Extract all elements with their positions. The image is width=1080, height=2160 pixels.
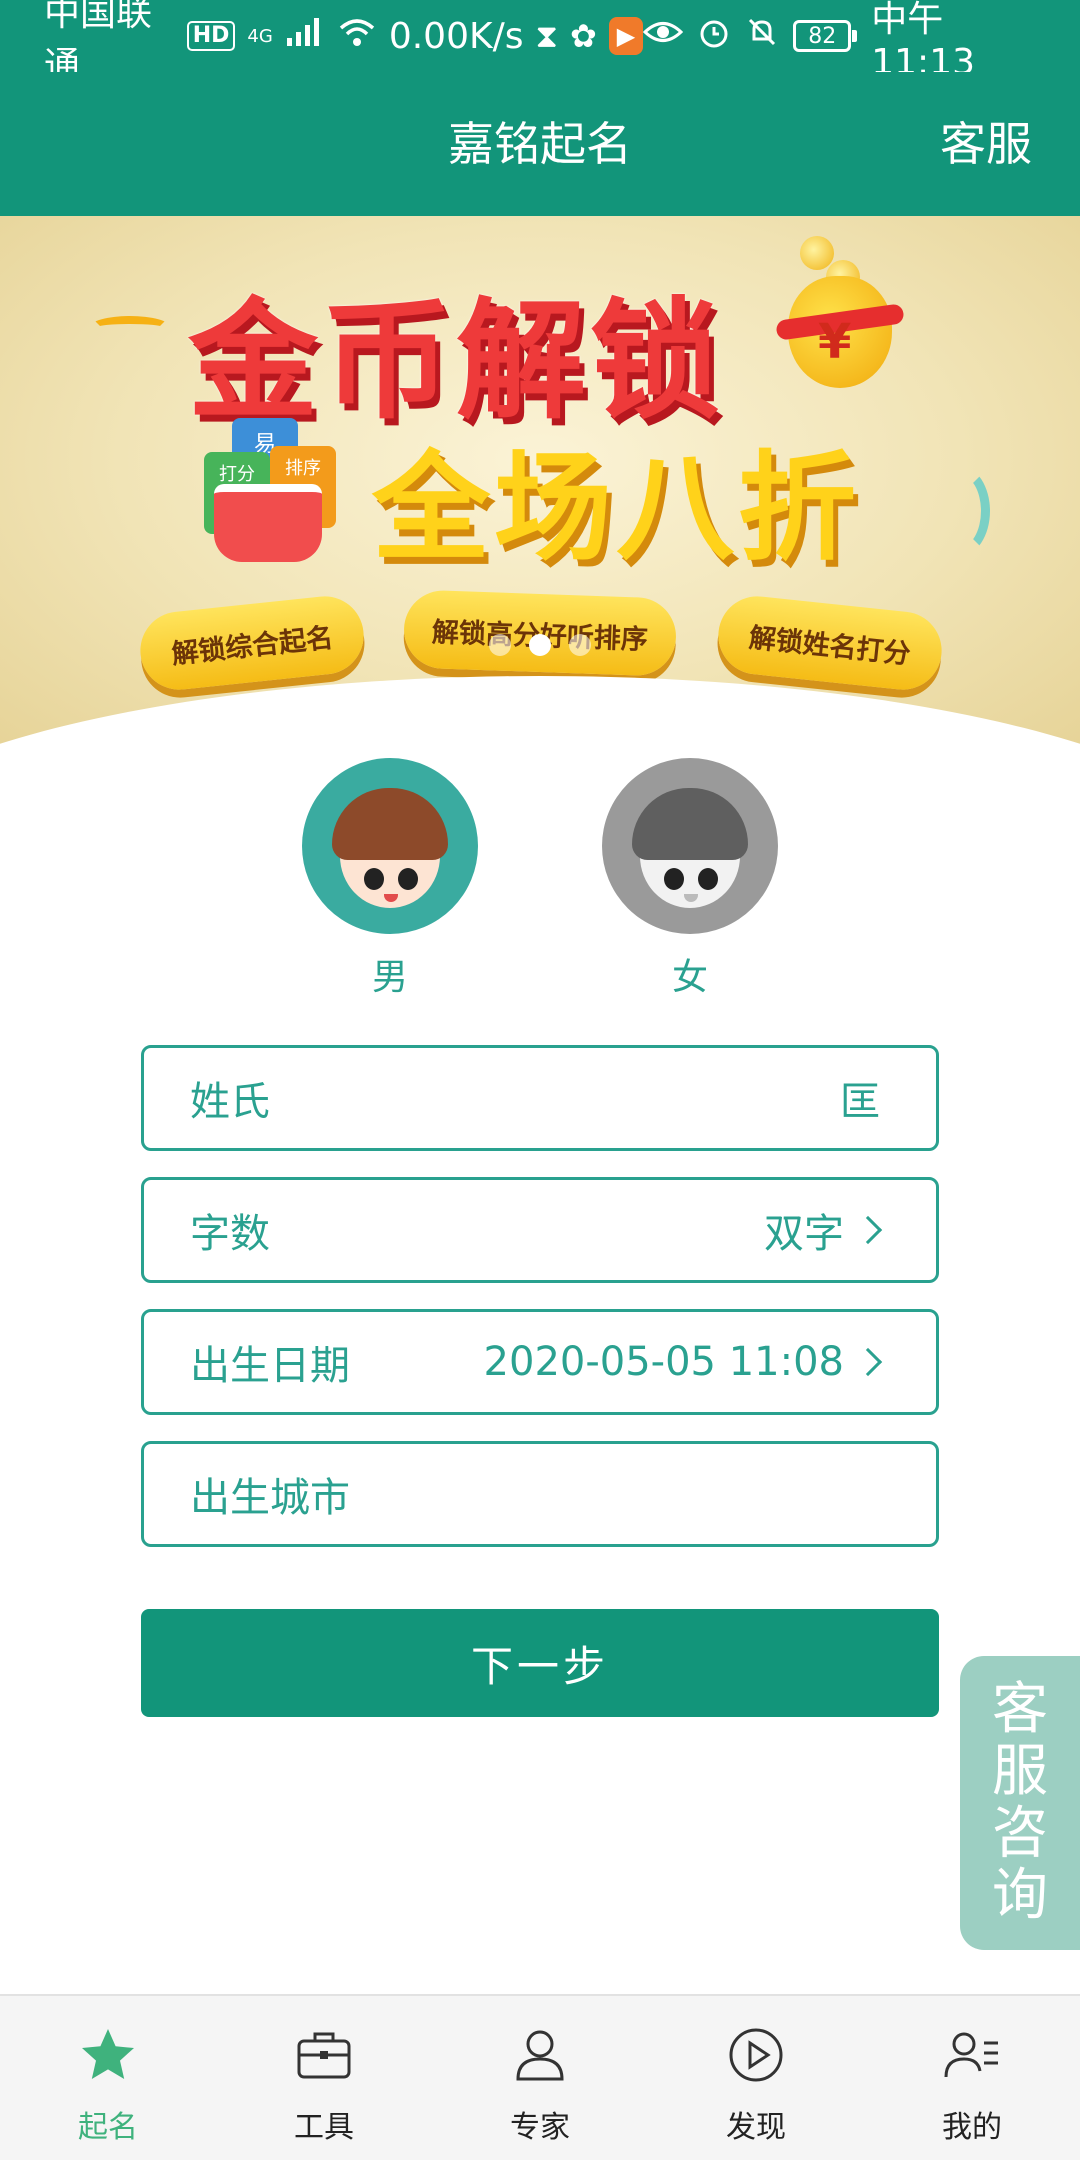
gender-option-male[interactable]: 男 [302, 758, 478, 1000]
surname-label: 姓氏 [190, 1079, 270, 1125]
birth-date-label: 出生日期 [190, 1343, 350, 1389]
bottom-tab-bar: 起名 工具 专家 发现 我的 [0, 1994, 1080, 2160]
hd-badge: HD [186, 21, 236, 51]
tab-me[interactable]: 我的 [864, 1996, 1080, 2160]
mute-bell-icon [745, 15, 779, 57]
carousel-indicator [0, 634, 1080, 656]
tab-label: 专家 [510, 2110, 570, 2145]
carousel-dot [569, 634, 591, 656]
tab-experts[interactable]: 专家 [432, 1996, 648, 2160]
banner-curve [0, 676, 1080, 756]
app-header: 嘉铭起名 客服 [0, 72, 1080, 216]
next-step-button[interactable]: 下一步 [141, 1609, 939, 1717]
chevron-right-icon [853, 1215, 883, 1245]
briefcase-icon [289, 2020, 359, 2090]
banner-subheadline: 全场八折 [372, 439, 861, 577]
tab-tools[interactable]: 工具 [216, 1996, 432, 2160]
tab-discover[interactable]: 发现 [648, 1996, 864, 2160]
birth-date-field[interactable]: 出生日期 2020-05-05 11:08 [141, 1309, 939, 1415]
boy-avatar[interactable] [302, 758, 478, 934]
floating-consult-button[interactable]: 客 服 咨 询 [960, 1656, 1080, 1950]
banner-pill: 解锁高分好听排序 [402, 589, 678, 677]
network-speed: 0.00K/s [388, 15, 524, 57]
name-length-value-wrap: 双字 [764, 1201, 883, 1259]
chevron-right-icon [853, 1347, 883, 1377]
yuan-symbol: ¥ [818, 314, 852, 370]
hourglass-icon: ⧗ [535, 16, 558, 55]
status-bar: 中国联通 HD 4G 0.00K/s ⧗ ✿ ▶ 82 中午11:13 [0, 0, 1080, 86]
surname-value-wrap: 匡 [840, 1069, 880, 1127]
clock: 中午11:13 [871, 0, 975, 83]
status-right: 82 中午11:13 [643, 0, 1036, 83]
alarm-icon [697, 15, 731, 57]
tab-label: 发现 [726, 2110, 786, 2145]
gender-option-female[interactable]: 女 [602, 758, 778, 1000]
ribbon-decoration [90, 316, 170, 338]
consult-char: 询 [992, 1863, 1048, 1928]
tab-label: 起名 [78, 2110, 138, 2145]
page-title: 嘉铭起名 [448, 117, 632, 171]
wifi-icon [337, 16, 377, 56]
tab-label: 我的 [942, 2110, 1002, 2145]
profile-list-icon [937, 2020, 1007, 2090]
name-length-label: 字数 [190, 1211, 270, 1257]
play-circle-icon [721, 2020, 791, 2090]
customer-service-button[interactable]: 客服 [940, 72, 1032, 216]
network-type: 4G [247, 25, 273, 47]
eye-icon [643, 17, 684, 55]
battery-icon: 82 [793, 20, 858, 52]
signal-icon [285, 16, 325, 56]
app-notification-icon: ✿ [569, 17, 597, 55]
birth-date-value: 2020-05-05 11:08 [483, 1339, 844, 1385]
coin-icon [800, 236, 834, 270]
carousel-dot [489, 634, 511, 656]
ribbon-decoration [930, 466, 990, 556]
surname-field[interactable]: 姓氏 匡 [141, 1045, 939, 1151]
consult-char: 服 [992, 1739, 1048, 1804]
surname-value: 匡 [840, 1079, 880, 1125]
video-app-icon: ▶ [608, 17, 644, 55]
name-length-field[interactable]: 字数 双字 [141, 1177, 939, 1283]
gender-label-female: 女 [671, 957, 708, 998]
basket-icon [214, 484, 322, 562]
birth-city-field[interactable]: 出生城市 [141, 1441, 939, 1547]
promo-banner[interactable]: 金币解锁 全场八折 ¥ 易 打分 排序 解锁综合起名 解锁高分好听排序 解锁姓名… [0, 216, 1080, 756]
tab-naming[interactable]: 起名 [0, 1996, 216, 2160]
consult-char: 咨 [992, 1801, 1048, 1866]
carousel-dot-active [529, 634, 551, 656]
birth-date-value-wrap: 2020-05-05 11:08 [483, 1339, 883, 1385]
girl-avatar[interactable] [602, 758, 778, 934]
person-icon [505, 2020, 575, 2090]
tab-label: 工具 [294, 2110, 354, 2145]
name-length-value: 双字 [764, 1211, 844, 1257]
birth-city-label: 出生城市 [190, 1475, 350, 1521]
battery-level: 82 [793, 20, 852, 52]
gender-label-male: 男 [371, 957, 408, 998]
consult-char: 客 [992, 1677, 1048, 1742]
star-icon [73, 2020, 143, 2090]
